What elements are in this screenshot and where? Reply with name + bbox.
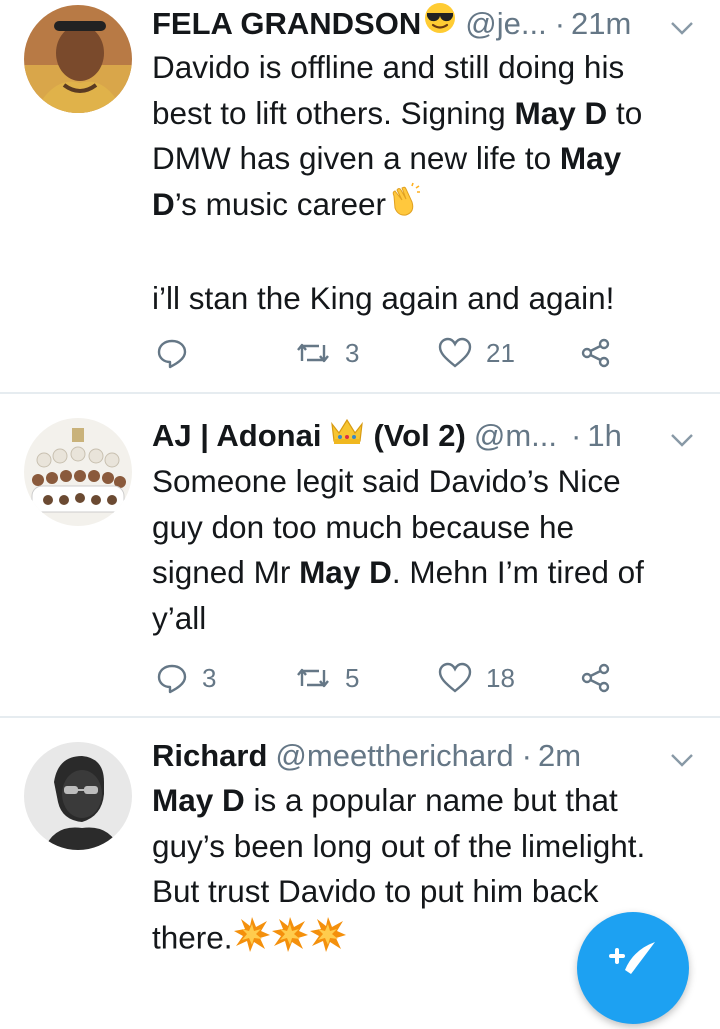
- tweet-header: AJ | Adonai (Vol 2) @m... · 1h: [152, 414, 696, 458]
- tweet-line: May D is a popular name but that: [152, 782, 618, 818]
- tweet-line: DMW has given a new life to May: [152, 140, 622, 176]
- display-name[interactable]: AJ | Adonai: [152, 414, 321, 458]
- reply-icon: [157, 339, 187, 369]
- share-icon: [581, 663, 610, 693]
- tweet-line: D’s music career: [152, 182, 700, 231]
- separator-dot: ·: [521, 738, 532, 773]
- like-count: 21: [486, 337, 515, 368]
- display-name-suffix[interactable]: (Vol 2): [373, 414, 465, 458]
- tweet-text: Davido is offline and still doing his be…: [152, 45, 700, 321]
- tweet-line: signed Mr May D. Mehn I’m tired of: [152, 554, 644, 590]
- share-button[interactable]: [580, 658, 612, 698]
- retweet-icon: [297, 668, 329, 688]
- tweet-line: best to lift others. Signing May D to: [152, 94, 643, 131]
- retweet-count: 5: [345, 662, 360, 693]
- like-button[interactable]: 18: [438, 658, 515, 698]
- chevron-down-icon[interactable]: [668, 742, 696, 770]
- tweet-1[interactable]: FELA GRANDSON @je... · 21m Davido is off…: [0, 0, 720, 392]
- user-handle[interactable]: @je...: [465, 2, 546, 46]
- tweet-line: i’ll stan the King again and again!: [152, 279, 615, 316]
- reply-button[interactable]: 3: [156, 658, 216, 698]
- share-icon: [581, 338, 610, 368]
- retweet-count: 3: [345, 337, 360, 368]
- user-handle[interactable]: @meettherichard: [275, 734, 513, 778]
- retweet-button[interactable]: 3: [295, 333, 359, 373]
- compose-tweet-button[interactable]: [577, 912, 689, 1024]
- compose-tweet-icon: [609, 942, 655, 974]
- tweet-actions: 3 21: [152, 333, 720, 373]
- tweet-line: Someone legit said Davido’s Nice: [152, 463, 621, 499]
- separator-dot: ·: [554, 6, 566, 41]
- reply-button[interactable]: [156, 333, 202, 373]
- tweet-line: But trust Davido to put him back: [152, 873, 599, 909]
- tweet-line: Davido is offline and still doing his: [152, 49, 625, 85]
- chevron-down-icon[interactable]: [668, 422, 696, 450]
- retweet-icon: [297, 343, 329, 363]
- heart-icon: [438, 662, 472, 693]
- reply-count: 3: [202, 662, 217, 693]
- retweet-button[interactable]: 5: [295, 658, 359, 698]
- tweet-line: guy’s been long out of the limelight.: [152, 827, 646, 864]
- heart-icon: [438, 337, 472, 368]
- tweet-line: guy don too much because he: [152, 508, 575, 545]
- like-button[interactable]: 21: [438, 333, 515, 373]
- like-count: 18: [486, 662, 515, 693]
- tweet-header: FELA GRANDSON @je... · 21m: [152, 2, 696, 46]
- display-name[interactable]: FELA GRANDSON: [152, 2, 421, 46]
- collision-emoji-icon: [233, 915, 349, 966]
- avatar-richard[interactable]: [24, 742, 132, 850]
- avatar-fela-grandson[interactable]: [24, 5, 132, 113]
- display-name[interactable]: Richard: [152, 734, 267, 778]
- tweet-actions: 3 5 18: [152, 658, 720, 698]
- tweet-2[interactable]: AJ | Adonai (Vol 2) @m... · 1h Someone l…: [0, 394, 720, 716]
- clapping-hands-emoji-icon: [386, 182, 422, 231]
- user-handle[interactable]: @m...: [474, 414, 557, 458]
- timestamp[interactable]: 2m: [538, 734, 581, 778]
- separator-dot: ·: [571, 418, 582, 453]
- sunglasses-emoji-icon: [423, 1, 457, 47]
- tweet-line: y’all: [152, 599, 207, 636]
- timestamp[interactable]: 1h: [587, 414, 621, 458]
- timestamp[interactable]: 21m: [571, 2, 631, 46]
- crown-emoji-icon: [329, 414, 365, 458]
- tweet-text: Someone legit said Davido’s Nice guy don…: [152, 459, 700, 641]
- share-button[interactable]: [580, 333, 612, 373]
- tweet-header: Richard @meettherichard · 2m: [152, 734, 696, 778]
- chevron-down-icon[interactable]: [668, 10, 696, 38]
- avatar-aj-adonai[interactable]: [24, 418, 132, 526]
- reply-icon: [157, 664, 187, 694]
